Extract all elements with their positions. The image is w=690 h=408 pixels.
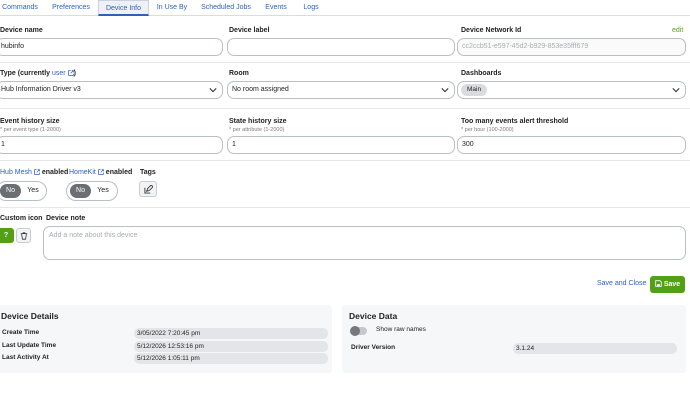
chevron-down-icon <box>209 88 217 93</box>
device-note-textarea[interactable]: Add a note about this device <box>43 226 686 260</box>
device-details-title: Device Details <box>1 311 59 321</box>
homekit-label: HomeKit enabled <box>69 169 132 176</box>
device-data-title: Device Data <box>349 311 398 321</box>
device-name-label: Device name <box>0 27 43 34</box>
type-select[interactable]: Hub Information Driver v3 <box>0 81 223 99</box>
save-icon <box>655 280 662 287</box>
custom-icon-button[interactable]: ? <box>0 228 14 243</box>
create-time-label: Create Time <box>2 329 40 336</box>
room-label: Room <box>229 70 249 77</box>
dashboards-select[interactable]: Main <box>457 81 686 99</box>
tab-device-info[interactable]: Device Info <box>98 0 149 16</box>
tab-commands[interactable]: Commands <box>0 0 40 16</box>
event-history-hint: * per event type (1-2000) <box>0 127 61 133</box>
hub-mesh-enabled-text: enabled <box>41 169 69 176</box>
create-time-value: 3/05/2022 7:20:45 pm <box>134 328 328 339</box>
type-user-link[interactable]: user <box>52 70 66 77</box>
device-note-label: Device note <box>46 215 86 222</box>
homekit-enabled-text: enabled <box>105 169 133 176</box>
hub-mesh-label: Hub Mesh enabled <box>0 169 68 176</box>
external-link-icon <box>98 169 104 175</box>
room-select[interactable]: No room assigned <box>227 81 455 99</box>
event-history-label: Event history size <box>0 118 60 125</box>
device-data-panel: Device Data Show raw names Driver Versio… <box>342 305 686 373</box>
device-label-label: Device label <box>229 27 270 34</box>
hub-mesh-yes-option[interactable]: Yes <box>23 184 43 198</box>
tab-scheduled-jobs[interactable]: Scheduled Jobs <box>198 0 254 16</box>
dashboard-chip-main[interactable]: Main <box>461 84 488 96</box>
homekit-no-option[interactable]: No <box>70 184 91 198</box>
network-id-input[interactable]: cc2ccb51-e597-45d2-b929-853e35fff679 <box>457 38 686 56</box>
type-label-prefix: Type (currently <box>0 70 52 77</box>
tab-logs[interactable]: Logs <box>300 0 322 16</box>
state-history-input[interactable]: 1 <box>227 136 455 154</box>
room-value: No room assigned <box>232 86 289 93</box>
alert-threshold-label: Too many events alert threshold <box>461 118 569 125</box>
driver-version-label: Driver Version <box>351 344 396 351</box>
save-button[interactable]: Save <box>650 276 685 293</box>
event-history-input[interactable]: 1 <box>0 136 223 154</box>
alert-threshold-hint: * per hour (100-2000) <box>461 127 514 133</box>
divider <box>0 160 690 161</box>
last-activity-label: Last Activity At <box>2 354 49 361</box>
last-activity-value: 5/12/2026 1:05:11 pm <box>134 353 328 364</box>
network-id-edit-link[interactable]: edit <box>672 27 683 34</box>
edit-tags-button[interactable] <box>139 181 157 197</box>
last-update-time-label: Last Update Time <box>2 342 57 349</box>
delete-icon-button[interactable] <box>16 228 31 243</box>
external-link-icon <box>34 169 40 175</box>
type-label-suffix: ) <box>73 70 76 77</box>
homekit-link[interactable]: HomeKit <box>69 169 96 176</box>
homekit-toggle[interactable]: No Yes <box>66 181 118 201</box>
divider <box>0 62 690 63</box>
save-button-label: Save <box>663 281 681 288</box>
alert-threshold-input[interactable]: 300 <box>457 136 686 154</box>
tab-events[interactable]: Events <box>262 0 290 16</box>
show-raw-names-switch[interactable] <box>350 326 367 336</box>
device-details-panel: Device Details Create Time 3/05/2022 7:2… <box>0 305 332 373</box>
custom-icon-label: Custom icon <box>0 215 43 222</box>
type-label: Type (currently user) <box>0 70 76 77</box>
trash-icon <box>20 232 28 240</box>
show-raw-names-label: Show raw names <box>376 326 426 333</box>
device-label-input[interactable] <box>227 38 455 56</box>
network-id-label: Device Network Id <box>461 27 522 34</box>
state-history-hint: * per attribute (1-2000) <box>229 127 285 133</box>
state-history-label: State history size <box>229 118 287 125</box>
hub-mesh-toggle[interactable]: No Yes <box>0 181 47 201</box>
hub-mesh-no-option[interactable]: No <box>0 184 21 198</box>
device-name-input[interactable]: hubinfo <box>0 38 223 56</box>
divider <box>0 207 690 208</box>
type-value: Hub Information Driver v3 <box>1 86 81 93</box>
driver-version-value: 3.1.24 <box>513 343 677 354</box>
last-update-time-value: 5/12/2026 12:53:16 pm <box>134 341 328 352</box>
tab-preferences[interactable]: Preferences <box>48 0 94 16</box>
dashboards-label: Dashboards <box>461 70 502 77</box>
tab-bar: Commands Preferences Device Info In Use … <box>0 0 690 16</box>
chevron-down-icon <box>672 88 680 93</box>
homekit-yes-option[interactable]: Yes <box>93 184 113 198</box>
divider <box>0 108 690 109</box>
edit-icon <box>144 185 153 194</box>
tab-in-use-by[interactable]: In Use By <box>152 0 192 16</box>
save-and-close-button[interactable]: Save and Close <box>597 280 646 287</box>
tags-label: Tags <box>140 169 156 176</box>
hub-mesh-link[interactable]: Hub Mesh <box>0 169 32 176</box>
chevron-down-icon <box>441 88 449 93</box>
